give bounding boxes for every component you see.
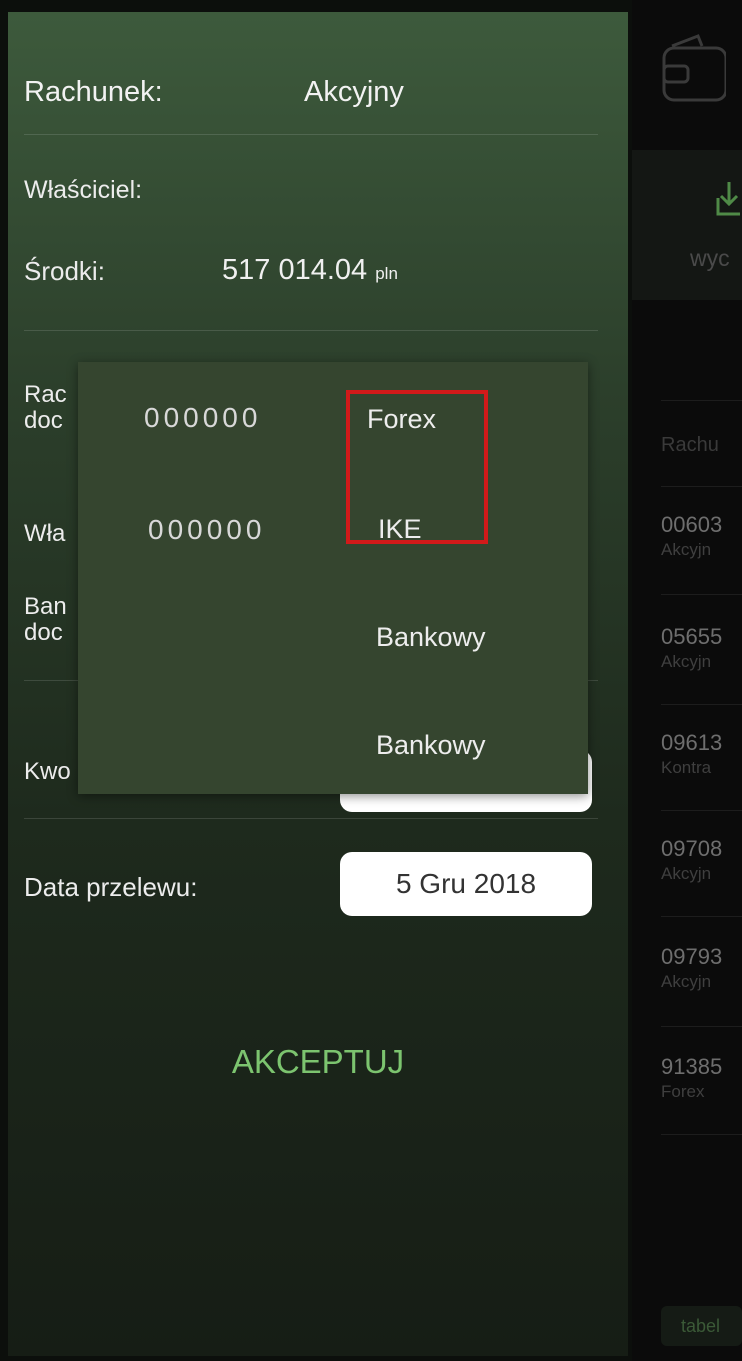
account-option-bankowy-2[interactable]: Bankowy — [78, 692, 588, 792]
column-header: Rachu — [661, 434, 719, 456]
date-picker[interactable]: 5 Gru 2018 — [340, 852, 592, 916]
row-type: Akcyjn — [661, 652, 712, 671]
account-option-type: Bankowy — [376, 730, 486, 760]
divider — [661, 594, 742, 595]
divider — [661, 1134, 742, 1135]
wallet-icon — [654, 28, 728, 113]
divider — [661, 810, 742, 811]
funds-label: Środki: — [24, 256, 105, 286]
amount-label: Kwo — [24, 758, 71, 785]
account-picker-popup: 000000 Forex 000000 IKE Bankowy Bankowy — [78, 362, 588, 794]
tables-button[interactable]: tabel — [661, 1306, 742, 1346]
account-option-type: Forex — [367, 404, 437, 434]
row-type: Akcyjn — [661, 864, 712, 883]
divider — [24, 134, 598, 135]
target-bank-label-line1: Ban — [24, 593, 67, 620]
target-account-label-line2: doc — [24, 407, 63, 434]
target-account-label-line1: Rac — [24, 381, 67, 408]
target-bank-label: Ban doc — [24, 594, 67, 646]
tables-button-label: tabel — [681, 1316, 721, 1336]
row-type: Forex — [661, 1082, 705, 1101]
row-type: Akcyjn — [661, 972, 712, 991]
date-value: 5 Gru 2018 — [395, 868, 537, 899]
funds-currency: pln — [375, 264, 398, 283]
download-icon — [716, 178, 742, 223]
target-bank-label-line2: doc — [24, 619, 63, 646]
background-account-list: wyc Rachu 00603 Akcyjn 05655 Akcyjn 0961… — [632, 0, 742, 1361]
row-number: 00603 — [661, 512, 723, 537]
divider — [661, 400, 742, 401]
divider — [24, 818, 598, 819]
account-option-type: Bankowy — [376, 622, 486, 652]
divider — [661, 486, 742, 487]
row-number: 09708 — [661, 836, 723, 861]
target-owner-label: Wła — [24, 520, 66, 547]
app-screen: Rachunek: Akcyjny Właściciel: Środki: 51… — [0, 0, 742, 1361]
target-account-label: Rac doc — [24, 382, 67, 434]
row-type: Kontra — [661, 758, 712, 777]
divider — [661, 1026, 742, 1027]
funds-amount: 517 014.04 pln — [222, 254, 398, 287]
account-label: Rachunek: — [24, 76, 163, 108]
account-option-number: 000000 — [144, 402, 262, 433]
download-label-partial: wyc — [690, 245, 730, 271]
date-label: Data przelewu: — [24, 872, 198, 902]
divider — [661, 704, 742, 705]
owner-label: Właściciel: — [24, 176, 143, 204]
row-number: 05655 — [661, 624, 723, 649]
account-option-number: 000000 — [148, 514, 266, 545]
row-number: 09793 — [661, 944, 723, 969]
download-card[interactable] — [632, 150, 742, 300]
account-value: Akcyjny — [304, 76, 404, 108]
account-option-bankowy-1[interactable]: Bankowy — [78, 584, 588, 684]
account-option-type: IKE — [378, 514, 422, 544]
account-option-forex[interactable]: 000000 Forex — [78, 362, 588, 462]
row-number: 91385 — [661, 1054, 723, 1079]
accept-button[interactable]: AKCEPTUJ — [138, 1032, 498, 1092]
divider — [661, 916, 742, 917]
row-number: 09613 — [661, 730, 723, 755]
row-type: Akcyjn — [661, 540, 712, 559]
funds-amount-value: 517 014.04 — [222, 254, 368, 286]
divider — [24, 330, 598, 331]
account-option-ike[interactable]: 000000 IKE — [78, 474, 588, 574]
